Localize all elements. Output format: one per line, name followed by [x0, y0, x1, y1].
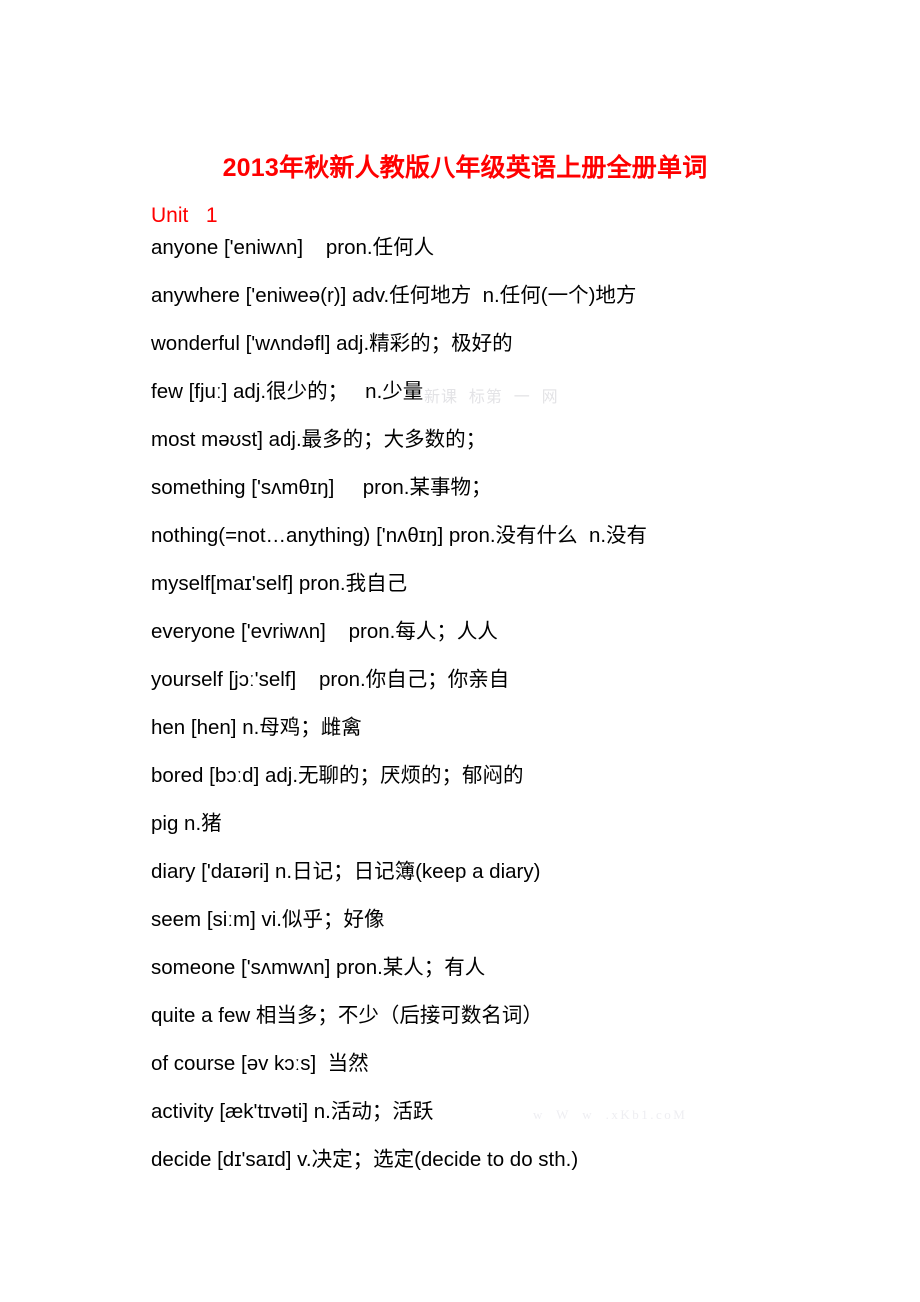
vocabulary-entry: pig n.猪 — [151, 812, 222, 835]
vocabulary-entry: someone ['sʌmwʌn] pron.某人；有人 — [151, 956, 486, 979]
document-page: 2013年秋新人教版八年级英语上册全册单词 Unit 1 anyone ['en… — [0, 0, 920, 1302]
vocabulary-list: anyone ['eniwʌn] pron.任何人 anywhere ['eni… — [151, 234, 891, 1194]
vocabulary-entry: of course [əv kɔːs] 当然 — [151, 1052, 369, 1075]
vocabulary-entry: quite a few 相当多；不少（后接可数名词） — [151, 1004, 543, 1027]
vocabulary-entry: myself[maɪ'self] pron.我自己 — [151, 572, 408, 595]
vocabulary-entry: wonderful ['wʌndəfl] adj.精彩的；极好的 — [151, 332, 513, 355]
vocabulary-entry: anywhere ['eniweə(r)] adv.任何地方 n.任何(一个)地… — [151, 284, 637, 307]
vocabulary-entry: bored [bɔːd] adj.无聊的；厌烦的；郁闷的 — [151, 764, 524, 787]
vocabulary-entry: few [fjuː] adj.很少的； n.少量 — [151, 380, 424, 403]
vocabulary-entry: nothing(=not…anything) ['nʌθɪŋ] pron.没有什… — [151, 524, 648, 547]
vocabulary-entry: anyone ['eniwʌn] pron.任何人 — [151, 236, 435, 259]
unit-heading: Unit 1 — [151, 204, 218, 228]
vocabulary-entry: seem [siːm] vi.似乎；好像 — [151, 908, 385, 931]
page-title: 2013年秋新人教版八年级英语上册全册单词 — [222, 153, 708, 182]
vocabulary-entry: everyone ['evriwʌn] pron.每人；人人 — [151, 620, 498, 643]
vocabulary-entry: something ['sʌmθɪŋ] pron.某事物； — [151, 476, 492, 499]
vocabulary-entry: yourself [jɔː'self] pron.你自己；你亲自 — [151, 668, 510, 691]
vocabulary-entry: decide [dɪ'saɪd] v.决定；选定(decide to do st… — [151, 1148, 579, 1171]
vocabulary-entry: activity [æk'tɪvəti] n.活动；活跃 — [151, 1100, 434, 1123]
vocabulary-entry: diary ['daɪəri] n.日记；日记簿(keep a diary) — [151, 860, 541, 883]
vocabulary-entry: hen [hen] n.母鸡；雌禽 — [151, 716, 362, 739]
vocabulary-entry: most məʊst] adj.最多的；大多数的； — [151, 428, 487, 451]
